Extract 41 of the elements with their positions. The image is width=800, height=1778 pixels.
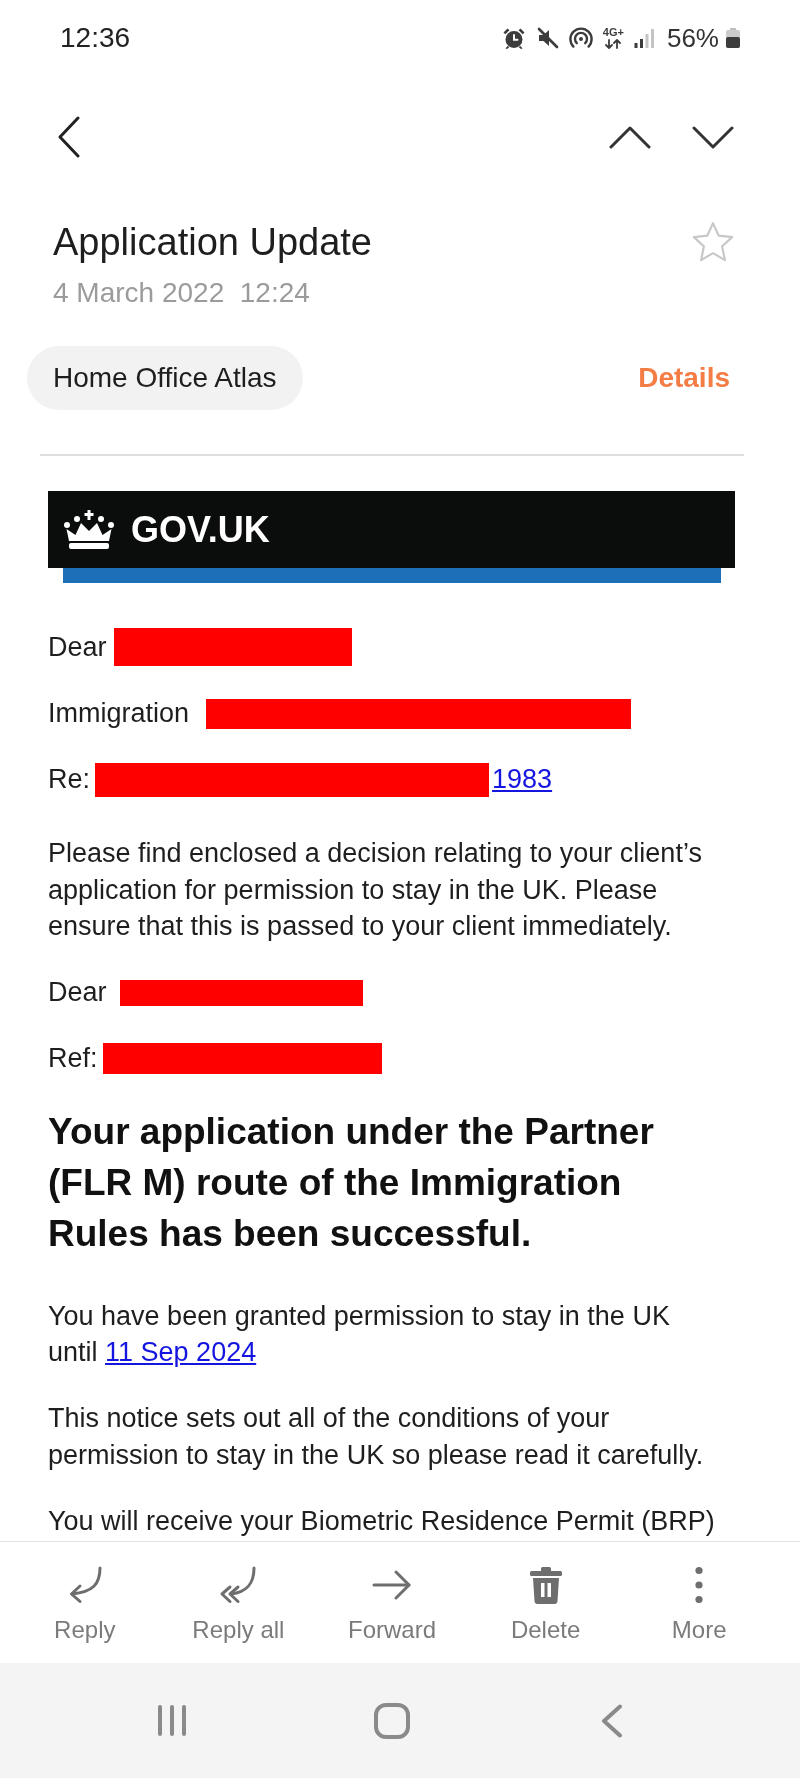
reply-all-button[interactable]: Reply all (161, 1542, 316, 1663)
chevron-down-icon[interactable] (692, 125, 734, 149)
home-icon[interactable] (374, 1702, 410, 1739)
battery-icon (726, 28, 740, 48)
message-paragraph: You have been granted permission to stay in the UK until 11 Sep 2024 (48, 1299, 671, 1370)
trash-icon (527, 1566, 564, 1604)
forward-button[interactable]: Forward (315, 1542, 469, 1663)
mute-icon (535, 27, 559, 49)
email-date: 4 March 2022 12:24 (53, 276, 311, 310)
line-label: Dear (48, 976, 107, 1010)
message-paragraph: You will receive your Biometric Residence Permit (BRP) (48, 1504, 716, 1538)
message-paragraph: Please find enclosed a decision relating to your client’s application for permission to stay in the UK. Please ensure that this is passed to your client immediately. (48, 837, 703, 944)
line-label: Dear (48, 630, 107, 664)
signal-icon (633, 28, 655, 48)
back-icon[interactable] (57, 116, 81, 158)
chevron-up-icon[interactable] (609, 125, 651, 149)
star-icon[interactable] (691, 221, 735, 263)
email-subject: Application Update (53, 220, 372, 265)
double-arrow-icon (219, 1566, 258, 1604)
date-link[interactable]: 1983 (492, 761, 553, 798)
more-button[interactable]: More (622, 1542, 776, 1663)
alarm-clock-icon (501, 27, 526, 49)
hotspot-icon (568, 27, 593, 49)
details-link[interactable]: Details (638, 362, 730, 394)
more-icon (695, 1566, 704, 1604)
crown-icon (63, 509, 115, 550)
date-link[interactable]: 11 Sep 2024 (105, 1337, 257, 1368)
network-type-text: 4G+ (602, 27, 624, 38)
reply-button[interactable]: Reply (8, 1542, 162, 1663)
data-arrows-icon (604, 39, 623, 49)
message-heading: Your application under the Partner (FLR M) route of the Immigration Rules has been successful. (48, 1110, 655, 1257)
line-label: Re: (48, 763, 91, 797)
sender-chip[interactable]: Home Office Atlas (27, 346, 303, 410)
line-label: Immigration (48, 697, 190, 731)
recent-apps-icon[interactable] (156, 1704, 188, 1737)
battery-percent: 56% (666, 25, 719, 51)
banner-title: GOV.UK (131, 511, 270, 548)
line-label: Ref: (48, 1042, 98, 1076)
delete-button[interactable]: Delete (468, 1542, 623, 1663)
message-paragraph: This notice sets out all of the conditions of your permission to stay in the UK so please read it carefully. (48, 1402, 705, 1472)
status-time: 12:36 (60, 24, 131, 52)
